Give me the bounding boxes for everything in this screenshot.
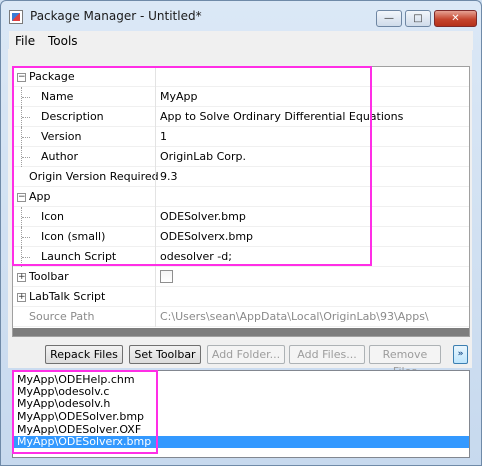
property-value-description[interactable]: App to Solve Ordinary Differential Equat… [160,107,403,127]
tree-stub [22,117,30,118]
group-row-app[interactable]: − App [13,187,469,207]
remove-files-button[interactable]: Remove Files [369,345,441,378]
property-value-icon-small[interactable]: ODESolverx.bmp [160,227,253,247]
property-row-version[interactable]: Version 1 [13,127,469,147]
group-row-package[interactable]: − Package [13,67,469,87]
column-divider [155,187,156,207]
property-label-launch-script: Launch Script [41,250,117,263]
property-row-name[interactable]: Name MyApp [13,87,469,107]
menu-bar: File Tools [9,31,473,50]
property-value-origin-version[interactable]: 9.3 [160,167,178,187]
column-divider [155,127,156,147]
tree-stub [22,157,30,158]
column-divider [155,287,156,307]
file-list[interactable]: MyApp\ODEHelp.chm MyApp\odesolv.c MyApp\… [12,370,470,458]
property-row-icon-small[interactable]: Icon (small) ODESolverx.bmp [13,227,469,247]
group-label-app: App [29,190,51,203]
tree-stub [22,257,30,258]
property-value-source-path: C:\Users\sean\AppData\Local\OriginLab\93… [160,310,429,323]
title-bar[interactable]: Package Manager - Untitled* — □ ✕ [1,1,481,31]
add-folder-button[interactable]: Add Folder... [207,345,285,364]
group-label-toolbar: Toolbar [29,270,69,283]
repack-files-button[interactable]: Repack Files [45,345,123,364]
file-list-item-selected[interactable]: MyApp\ODESolverx.bmp [14,436,469,448]
toolbar-checkbox[interactable] [160,270,173,283]
property-label-author: Author [41,150,79,163]
expand-icon[interactable]: + [17,293,26,302]
tree-stub [22,217,30,218]
file-toolbar: Repack Files Set Toolbar Add Folder... A… [8,341,472,378]
property-label-icon-small: Icon (small) [41,230,106,243]
column-divider [155,167,156,187]
collapse-panel-icon[interactable]: » [453,345,468,364]
add-files-button[interactable]: Add Files... [289,345,365,364]
property-value-version[interactable]: 1 [160,127,167,147]
column-divider [155,87,156,107]
app-icon [9,10,23,24]
tree-stub [22,97,30,98]
property-row-launch-script[interactable]: Launch Script odesolver -d; [13,247,469,267]
group-label-package: Package [29,70,75,83]
file-list-item[interactable]: MyApp\odesolv.h [14,398,469,410]
column-divider [155,107,156,127]
property-label-origin-version: Origin Version Required [29,170,159,183]
column-divider [155,227,156,247]
property-label-description: Description [41,110,104,123]
tree-stub [22,137,30,138]
menu-file[interactable]: File [15,34,35,48]
property-row-icon[interactable]: Icon ODESolver.bmp [13,207,469,227]
close-button[interactable]: ✕ [434,10,477,27]
menu-tools[interactable]: Tools [48,34,78,48]
column-divider [155,67,156,87]
property-row-author[interactable]: Author OriginLab Corp. [13,147,469,167]
property-label-source-path: Source Path [29,310,95,323]
property-grid: − Package Name MyApp Description App to … [12,66,470,337]
collapse-icon[interactable]: − [17,193,26,202]
expand-icon[interactable]: + [17,273,26,282]
group-row-toolbar[interactable]: + Toolbar [13,267,469,287]
file-list-item[interactable]: MyApp\ODESolver.bmp [14,411,469,423]
group-row-labtalk-script[interactable]: + LabTalk Script [13,287,469,307]
collapse-icon[interactable]: − [17,73,26,82]
set-toolbar-button[interactable]: Set Toolbar [129,345,201,364]
column-divider [155,147,156,167]
minimize-button[interactable]: — [376,10,402,27]
property-row-origin-version[interactable]: Origin Version Required 9.3 [13,167,469,187]
property-grid-area: − Package Name MyApp Description App to … [8,49,472,341]
property-row-description[interactable]: Description App to Solve Ordinary Differ… [13,107,469,127]
column-divider [155,207,156,227]
tree-stub [22,237,30,238]
grid-splitter-bar[interactable] [13,328,469,336]
property-value-name[interactable]: MyApp [160,87,198,107]
property-label-name: Name [41,90,74,103]
property-row-source-path: Source Path C:\Users\sean\AppData\Local\… [13,307,469,327]
property-value-launch-script[interactable]: odesolver -d; [160,247,232,267]
property-value-icon[interactable]: ODESolver.bmp [160,207,246,227]
maximize-button[interactable]: □ [405,10,431,27]
property-value-author[interactable]: OriginLab Corp. [160,147,246,167]
property-label-icon: Icon [41,210,64,223]
property-label-version: Version [41,130,82,143]
window-title: Package Manager - Untitled* [30,9,202,23]
group-label-labtalk-script: LabTalk Script [29,290,106,303]
column-divider [155,247,156,267]
column-divider [155,267,156,287]
column-divider [155,307,156,327]
